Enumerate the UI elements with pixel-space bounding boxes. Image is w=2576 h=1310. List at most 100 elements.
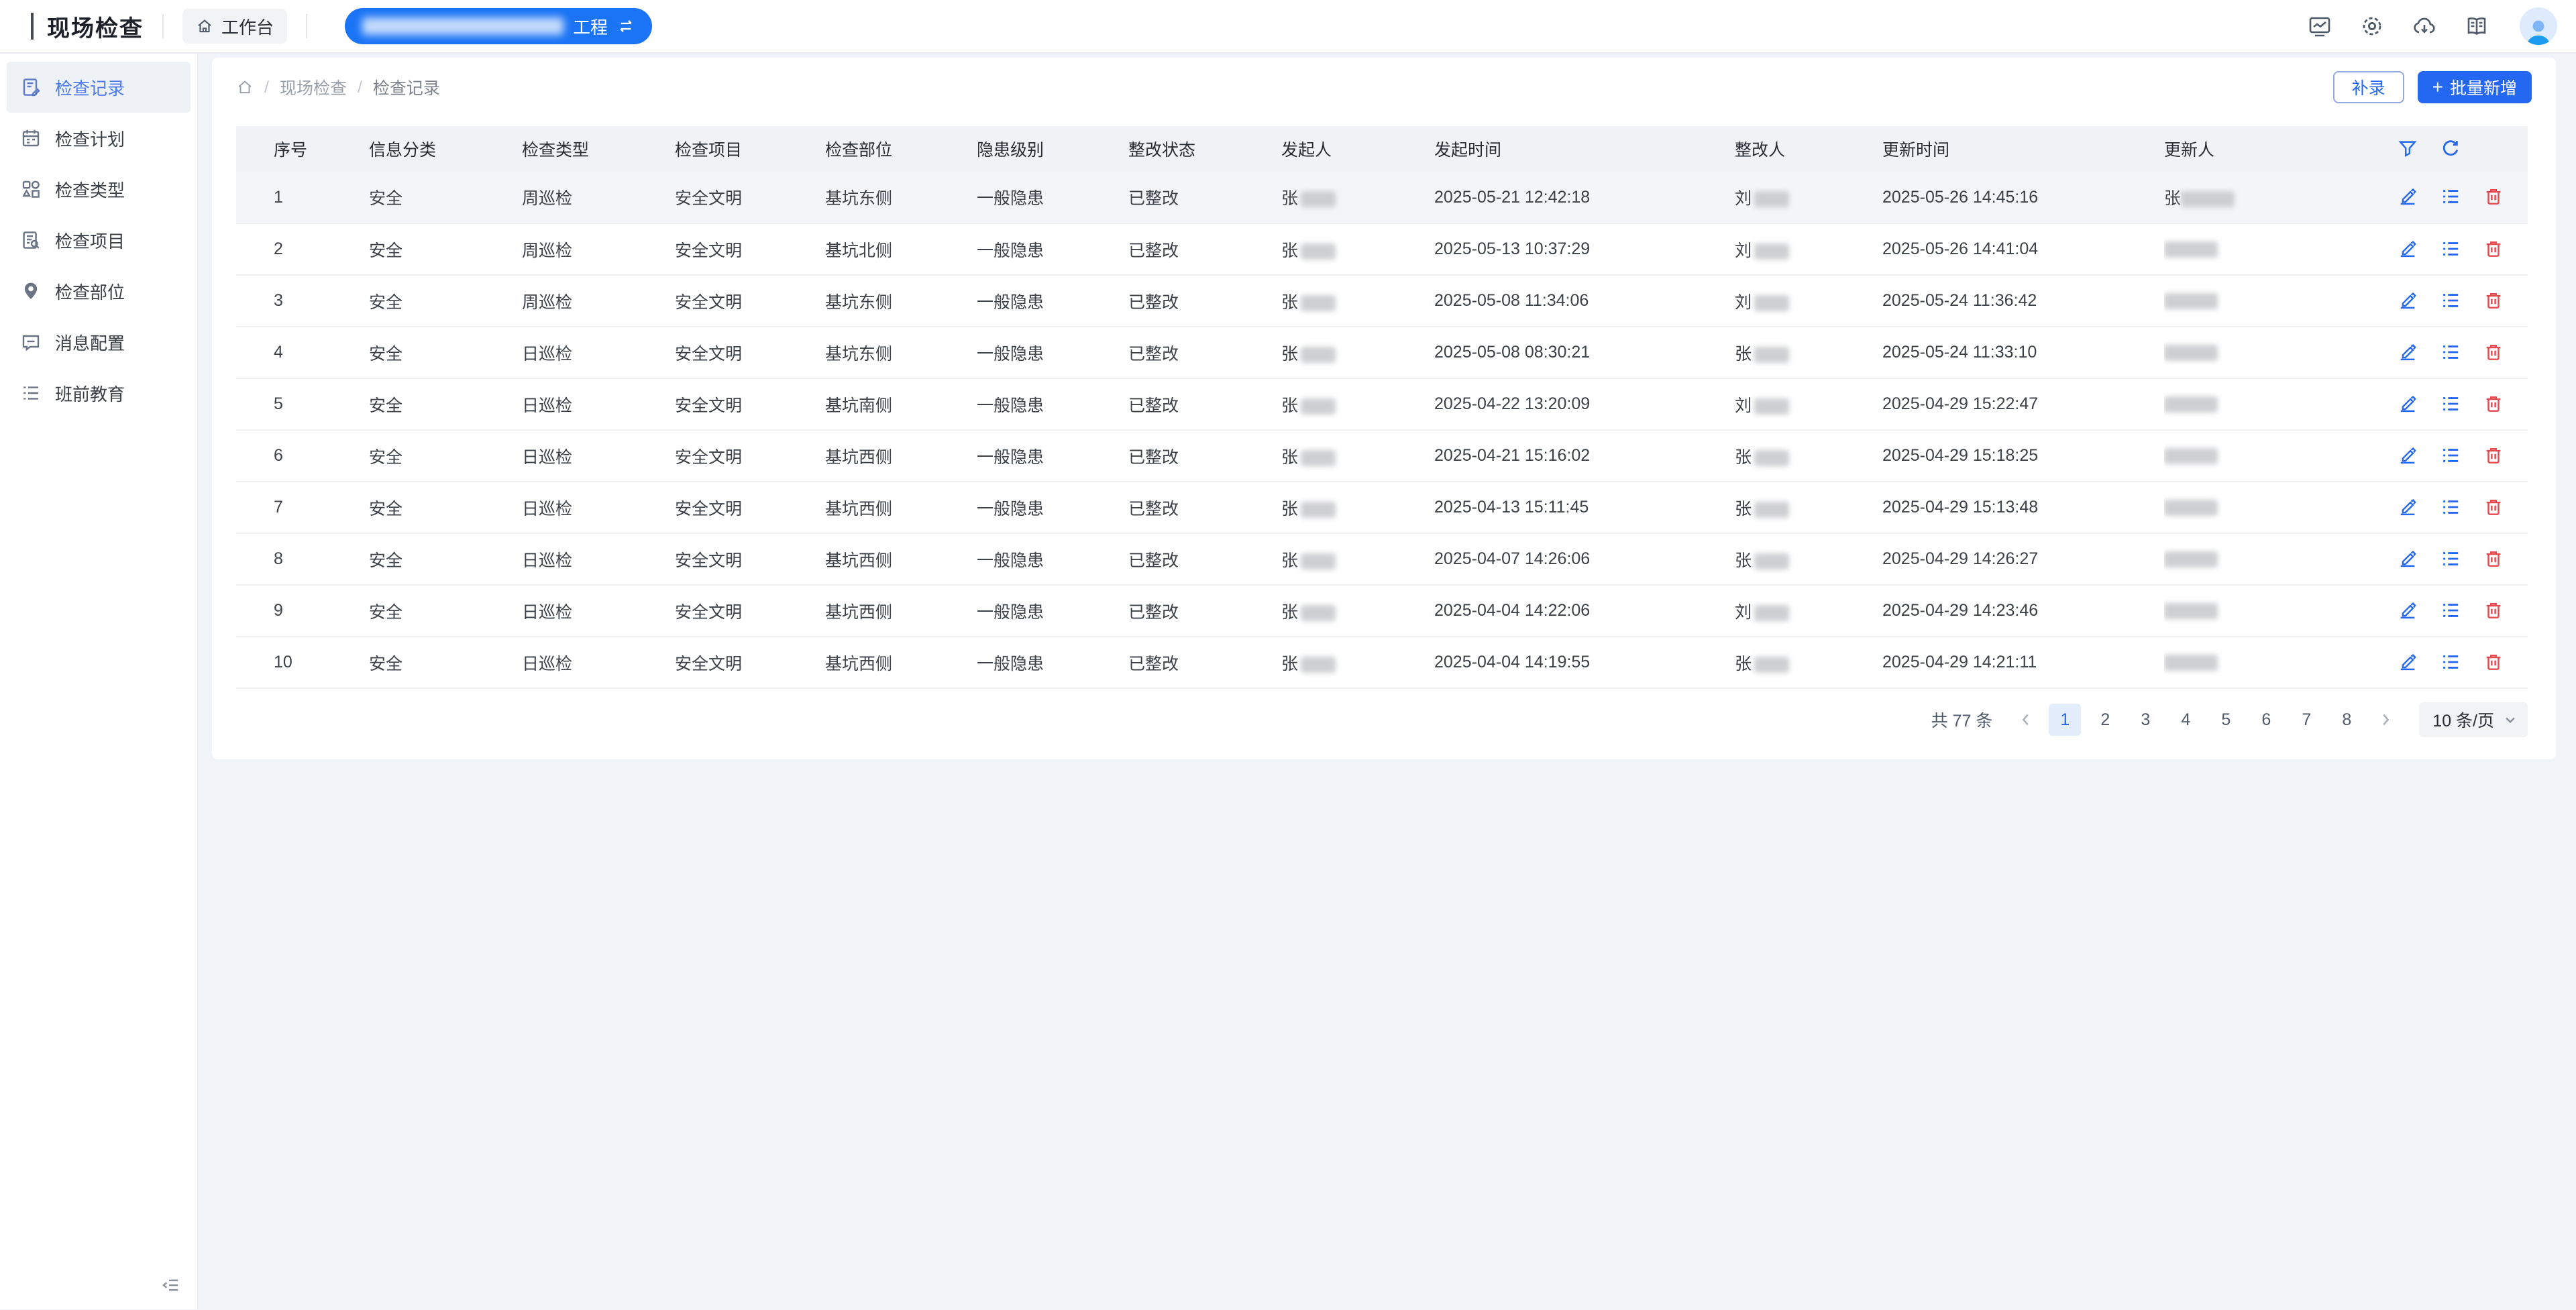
column-header: 检查类型 [522, 126, 675, 172]
delete-icon[interactable] [2483, 445, 2505, 467]
page-number-1[interactable]: 1 [2049, 704, 2081, 736]
dashboard-icon[interactable] [2308, 14, 2332, 38]
sidebar-item-1[interactable]: 检查记录 [7, 62, 191, 113]
edit-icon[interactable] [2398, 290, 2419, 312]
cell-updater [2164, 585, 2398, 637]
edit-icon[interactable] [2398, 239, 2419, 260]
breadcrumb-root[interactable]: 现场检查 [280, 75, 347, 99]
table-row[interactable]: 2 安全 周巡检 安全文明 基坑北侧 一般隐患 已整改 张 2025-05-13… [236, 223, 2528, 275]
page-number-7[interactable]: 7 [2290, 704, 2322, 736]
delete-icon[interactable] [2483, 549, 2505, 570]
project-icon [20, 229, 42, 251]
detail-list-icon[interactable] [2440, 652, 2462, 673]
detail-list-icon[interactable] [2440, 342, 2462, 364]
cell-item: 安全文明 [675, 482, 825, 533]
edit-icon[interactable] [2398, 600, 2419, 622]
detail-list-icon[interactable] [2440, 290, 2462, 312]
redacted-name [1301, 191, 1336, 207]
sidebar-item-7[interactable]: 班前教育 [7, 368, 191, 419]
edit-icon[interactable] [2398, 342, 2419, 364]
table-row[interactable]: 5 安全 日巡检 安全文明 基坑南侧 一般隐患 已整改 张 2025-04-22… [236, 378, 2528, 430]
delete-icon[interactable] [2483, 239, 2505, 260]
education-icon [20, 382, 42, 404]
sidebar-collapse-icon[interactable] [157, 1272, 184, 1299]
table-row[interactable]: 10 安全 日巡检 安全文明 基坑西侧 一般隐患 已整改 张 2025-04-0… [236, 637, 2528, 688]
table-row[interactable]: 7 安全 日巡检 安全文明 基坑西侧 一般隐患 已整改 张 2025-04-13… [236, 482, 2528, 533]
page-size-select[interactable]: 10 条/页 [2419, 702, 2528, 737]
type-icon [20, 178, 42, 200]
detail-list-icon[interactable] [2440, 239, 2462, 260]
table-row[interactable]: 3 安全 周巡检 安全文明 基坑东侧 一般隐患 已整改 张 2025-05-08… [236, 275, 2528, 327]
edit-icon[interactable] [2398, 497, 2419, 518]
detail-list-icon[interactable] [2440, 497, 2462, 518]
cell-part: 基坑西侧 [825, 482, 977, 533]
sidebar-item-2[interactable]: 检查计划 [7, 113, 191, 164]
column-header: 发起时间 [1434, 126, 1735, 172]
delete-icon[interactable] [2483, 652, 2505, 673]
page-number-4[interactable]: 4 [2169, 704, 2202, 736]
delete-icon[interactable] [2483, 600, 2505, 622]
cell-initiated-at: 2025-05-13 10:37:29 [1434, 223, 1735, 275]
edit-icon[interactable] [2398, 394, 2419, 415]
cell-type: 日巡检 [522, 430, 675, 482]
breadcrumb-separator: / [264, 78, 269, 97]
detail-list-icon[interactable] [2440, 549, 2462, 570]
page-number-6[interactable]: 6 [2250, 704, 2282, 736]
cloud-download-icon[interactable] [2412, 14, 2436, 38]
supplement-button[interactable]: 补录 [2333, 71, 2404, 103]
cell-status: 已整改 [1128, 637, 1281, 688]
cell-initiator: 张 [1281, 172, 1434, 223]
cell-updater [2164, 430, 2398, 482]
sidebar-item-label: 检查计划 [55, 126, 125, 151]
delete-icon[interactable] [2483, 186, 2505, 208]
delete-icon[interactable] [2483, 394, 2505, 415]
table-row[interactable]: 9 安全 日巡检 安全文明 基坑西侧 一般隐患 已整改 张 2025-04-04… [236, 585, 2528, 637]
detail-list-icon[interactable] [2440, 186, 2462, 208]
table-header-row: 序号信息分类检查类型检查项目检查部位隐患级别整改状态发起人发起时间整改人更新时间… [236, 126, 2528, 172]
page-number-3[interactable]: 3 [2129, 704, 2161, 736]
delete-icon[interactable] [2483, 497, 2505, 518]
cell-category: 安全 [369, 378, 522, 430]
filter-icon[interactable] [2398, 138, 2419, 160]
detail-list-icon[interactable] [2440, 600, 2462, 622]
settings-icon[interactable] [2360, 14, 2384, 38]
table-row[interactable]: 4 安全 日巡检 安全文明 基坑东侧 一般隐患 已整改 张 2025-05-08… [236, 327, 2528, 378]
sidebar-item-4[interactable]: 检查项目 [7, 215, 191, 266]
cell-actions [2398, 275, 2528, 327]
sidebar-item-6[interactable]: 消息配置 [7, 317, 191, 368]
batch-add-button[interactable]: + 批量新增 [2418, 71, 2532, 103]
prev-page-icon[interactable] [2011, 704, 2041, 736]
page-number-8[interactable]: 8 [2330, 704, 2363, 736]
table-row[interactable]: 6 安全 日巡检 安全文明 基坑西侧 一般隐患 已整改 张 2025-04-21… [236, 430, 2528, 482]
page-number-2[interactable]: 2 [2089, 704, 2121, 736]
cell-part: 基坑西侧 [825, 430, 977, 482]
sidebar-item-3[interactable]: 检查类型 [7, 164, 191, 215]
cell-category: 安全 [369, 637, 522, 688]
cell-updater [2164, 327, 2398, 378]
divider [162, 14, 164, 38]
refresh-icon[interactable] [2440, 138, 2462, 160]
redacted-name [2164, 448, 2218, 464]
detail-list-icon[interactable] [2440, 394, 2462, 415]
cell-level: 一般隐患 [977, 430, 1128, 482]
workbench-button[interactable]: 工作台 [182, 9, 287, 44]
home-icon [196, 17, 213, 35]
next-page-icon[interactable] [2371, 704, 2400, 736]
project-switcher[interactable]: 工程 [345, 8, 652, 44]
table-row[interactable]: 1 安全 周巡检 安全文明 基坑东侧 一般隐患 已整改 张 2025-05-21… [236, 172, 2528, 223]
edit-icon[interactable] [2398, 445, 2419, 467]
edit-icon[interactable] [2398, 186, 2419, 208]
handbook-icon[interactable] [2465, 14, 2489, 38]
detail-list-icon[interactable] [2440, 445, 2462, 467]
page-number-5[interactable]: 5 [2210, 704, 2242, 736]
edit-icon[interactable] [2398, 652, 2419, 673]
table-row[interactable]: 8 安全 日巡检 安全文明 基坑西侧 一般隐患 已整改 张 2025-04-07… [236, 533, 2528, 585]
cell-updater: 张 [2164, 172, 2398, 223]
delete-icon[interactable] [2483, 290, 2505, 312]
sidebar-item-5[interactable]: 检查部位 [7, 266, 191, 317]
delete-icon[interactable] [2483, 342, 2505, 364]
cell-updater [2164, 637, 2398, 688]
edit-icon[interactable] [2398, 549, 2419, 570]
breadcrumb-home-icon[interactable] [236, 78, 254, 96]
user-avatar[interactable] [2520, 7, 2557, 45]
